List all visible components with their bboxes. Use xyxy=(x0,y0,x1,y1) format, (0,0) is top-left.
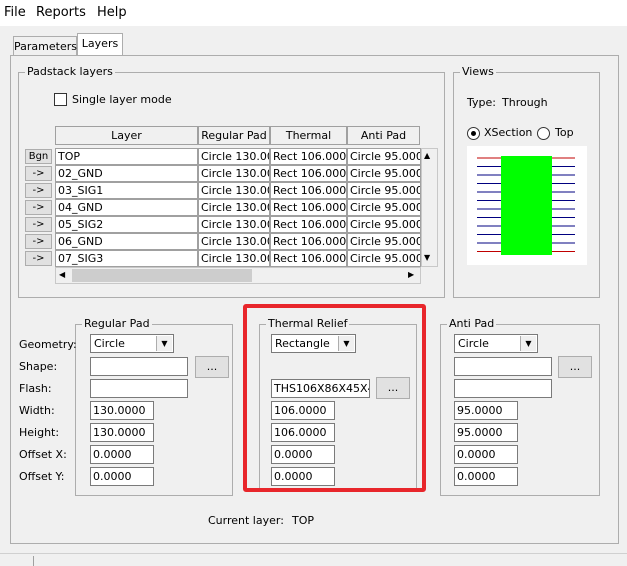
xsection-view xyxy=(467,146,587,265)
grid-cell-thermal[interactable]: Rect 106.0000 xyxy=(270,199,347,216)
grid-cell-regular[interactable]: Circle 130.0000 xyxy=(198,199,270,216)
scroll-down-icon[interactable]: ▼ xyxy=(424,253,430,262)
grid-cell-layer[interactable]: 06_GND xyxy=(55,233,198,250)
regular-offset-y-field[interactable]: 0.0000 xyxy=(90,467,154,486)
anti-height-field[interactable]: 95.0000 xyxy=(454,423,518,442)
top-radio[interactable] xyxy=(537,127,550,140)
highlight-box xyxy=(243,304,426,492)
flash-label: Flash: xyxy=(19,382,52,395)
grid-cell-regular[interactable]: Circle 130.0000 xyxy=(198,250,270,267)
current-layer-label: Current layer: xyxy=(208,514,284,527)
regular-shape-browse-button[interactable]: ... xyxy=(195,356,229,378)
grid-vertical-scrollbar[interactable]: ▲ ▼ xyxy=(421,148,438,267)
grid-cell-layer[interactable]: 03_SIG1 xyxy=(55,182,198,199)
tab-layers[interactable]: Layers xyxy=(77,33,123,57)
offset-x-label: Offset X: xyxy=(19,448,67,461)
grid-cell-regular[interactable]: Circle 130.0000 xyxy=(198,233,270,250)
grid-cell-regular[interactable]: Circle 130.0000 xyxy=(198,216,270,233)
xsection-label: XSection xyxy=(484,126,533,139)
row-arrow-button[interactable]: -> xyxy=(25,251,52,266)
scroll-up-icon[interactable]: ▲ xyxy=(424,151,430,160)
scroll-right-icon[interactable]: ▶ xyxy=(408,270,414,279)
anti-width-field[interactable]: 95.0000 xyxy=(454,401,518,420)
regular-offset-x-field[interactable]: 0.0000 xyxy=(90,445,154,464)
anti-pad-title: Anti Pad xyxy=(447,317,497,330)
grid-horizontal-scrollbar[interactable]: ◀ ▶ xyxy=(55,267,421,284)
top-label: Top xyxy=(555,126,574,139)
grid-cell-regular[interactable]: Circle 130.0000 xyxy=(198,148,270,165)
column-header-regular-pad[interactable]: Regular Pad xyxy=(198,126,270,145)
regular-shape-field[interactable] xyxy=(90,357,188,376)
padstack-layers-title: Padstack layers xyxy=(25,65,115,78)
grid-cell-anti[interactable]: Circle 95.0000 xyxy=(347,148,421,165)
grid-cell-thermal[interactable]: Rect 106.0000 xyxy=(270,216,347,233)
grid-cell-anti[interactable]: Circle 95.0000 xyxy=(347,233,421,250)
menu-reports[interactable]: Reports xyxy=(36,5,86,20)
scroll-left-icon[interactable]: ◀ xyxy=(59,270,65,279)
row-arrow-button[interactable]: -> xyxy=(25,217,52,232)
row-arrow-button[interactable]: -> xyxy=(25,200,52,215)
grid-cell-anti[interactable]: Circle 95.0000 xyxy=(347,250,421,267)
chevron-down-icon[interactable]: ▼ xyxy=(520,336,536,351)
via-barrel xyxy=(501,156,552,255)
grid-cell-thermal[interactable]: Rect 106.0000 xyxy=(270,148,347,165)
grid-cell-anti[interactable]: Circle 95.0000 xyxy=(347,182,421,199)
grid-cell-thermal[interactable]: Rect 106.0000 xyxy=(270,250,347,267)
regular-geometry-value: Circle xyxy=(94,337,125,350)
grid-cell-thermal[interactable]: Rect 106.0000 xyxy=(270,233,347,250)
current-layer-value: TOP xyxy=(292,514,315,527)
row-arrow-button[interactable]: -> xyxy=(25,183,52,198)
height-label: Height: xyxy=(19,426,60,439)
grid-cell-layer[interactable]: 07_SIG3 xyxy=(55,250,198,267)
regular-width-field[interactable]: 130.0000 xyxy=(90,401,154,420)
row-arrow-button[interactable]: -> xyxy=(25,234,52,249)
views-type-label: Type: xyxy=(467,96,496,109)
grid-cell-layer[interactable]: 02_GND xyxy=(55,165,198,182)
regular-geometry-select[interactable]: Circle ▼ xyxy=(90,334,174,353)
row-begin-button[interactable]: Bgn xyxy=(25,149,52,164)
grid-cell-thermal[interactable]: Rect 106.0000 xyxy=(270,182,347,199)
status-bar xyxy=(0,553,627,566)
menu-file[interactable]: File xyxy=(4,5,26,20)
grid-cell-layer[interactable]: 04_GND xyxy=(55,199,198,216)
row-arrow-button[interactable]: -> xyxy=(25,166,52,181)
views-type-value: Through xyxy=(502,96,548,109)
single-layer-mode-checkbox[interactable] xyxy=(54,93,67,106)
anti-geometry-select[interactable]: Circle ▼ xyxy=(454,334,538,353)
grid-cell-anti[interactable]: Circle 95.0000 xyxy=(347,199,421,216)
grid-cell-thermal[interactable]: Rect 106.0000 xyxy=(270,165,347,182)
shape-label: Shape: xyxy=(19,360,58,373)
anti-offset-x-field[interactable]: 0.0000 xyxy=(454,445,518,464)
width-label: Width: xyxy=(19,404,55,417)
anti-shape-browse-button[interactable]: ... xyxy=(558,356,592,378)
xsection-radio[interactable] xyxy=(467,127,480,140)
offset-y-label: Offset Y: xyxy=(19,470,65,483)
grid-cell-anti[interactable]: Circle 95.0000 xyxy=(347,165,421,182)
grid-cell-layer[interactable]: TOP xyxy=(55,148,198,165)
anti-offset-y-field[interactable]: 0.0000 xyxy=(454,467,518,486)
anti-shape-field[interactable] xyxy=(454,357,552,376)
grid-cell-layer[interactable]: 05_SIG2 xyxy=(55,216,198,233)
views-title: Views xyxy=(460,65,496,78)
column-header-thermal-relief[interactable]: Thermal Relief xyxy=(270,126,347,159)
regular-height-field[interactable]: 130.0000 xyxy=(90,423,154,442)
menu-bar: File Reports Help xyxy=(0,0,627,26)
anti-geometry-value: Circle xyxy=(458,337,489,350)
grid-cell-anti[interactable]: Circle 95.0000 xyxy=(347,216,421,233)
xsection-diagram xyxy=(477,156,575,255)
geometry-label: Geometry: xyxy=(19,338,77,351)
grid-cell-regular[interactable]: Circle 130.0000 xyxy=(198,182,270,199)
chevron-down-icon[interactable]: ▼ xyxy=(156,336,172,351)
tab-parameters[interactable]: Parameters xyxy=(13,36,77,57)
grid-cell-regular[interactable]: Circle 130.0000 xyxy=(198,165,270,182)
single-layer-mode-label: Single layer mode xyxy=(72,93,172,106)
radio-selected-dot xyxy=(471,131,476,136)
menu-help[interactable]: Help xyxy=(97,5,127,20)
column-header-anti-pad[interactable]: Anti Pad xyxy=(347,126,420,145)
anti-flash-field[interactable] xyxy=(454,379,552,398)
horizontal-scroll-thumb[interactable] xyxy=(72,269,252,282)
column-header-layer[interactable]: Layer xyxy=(55,126,198,145)
regular-flash-field[interactable] xyxy=(90,379,188,398)
regular-pad-title: Regular Pad xyxy=(82,317,152,330)
